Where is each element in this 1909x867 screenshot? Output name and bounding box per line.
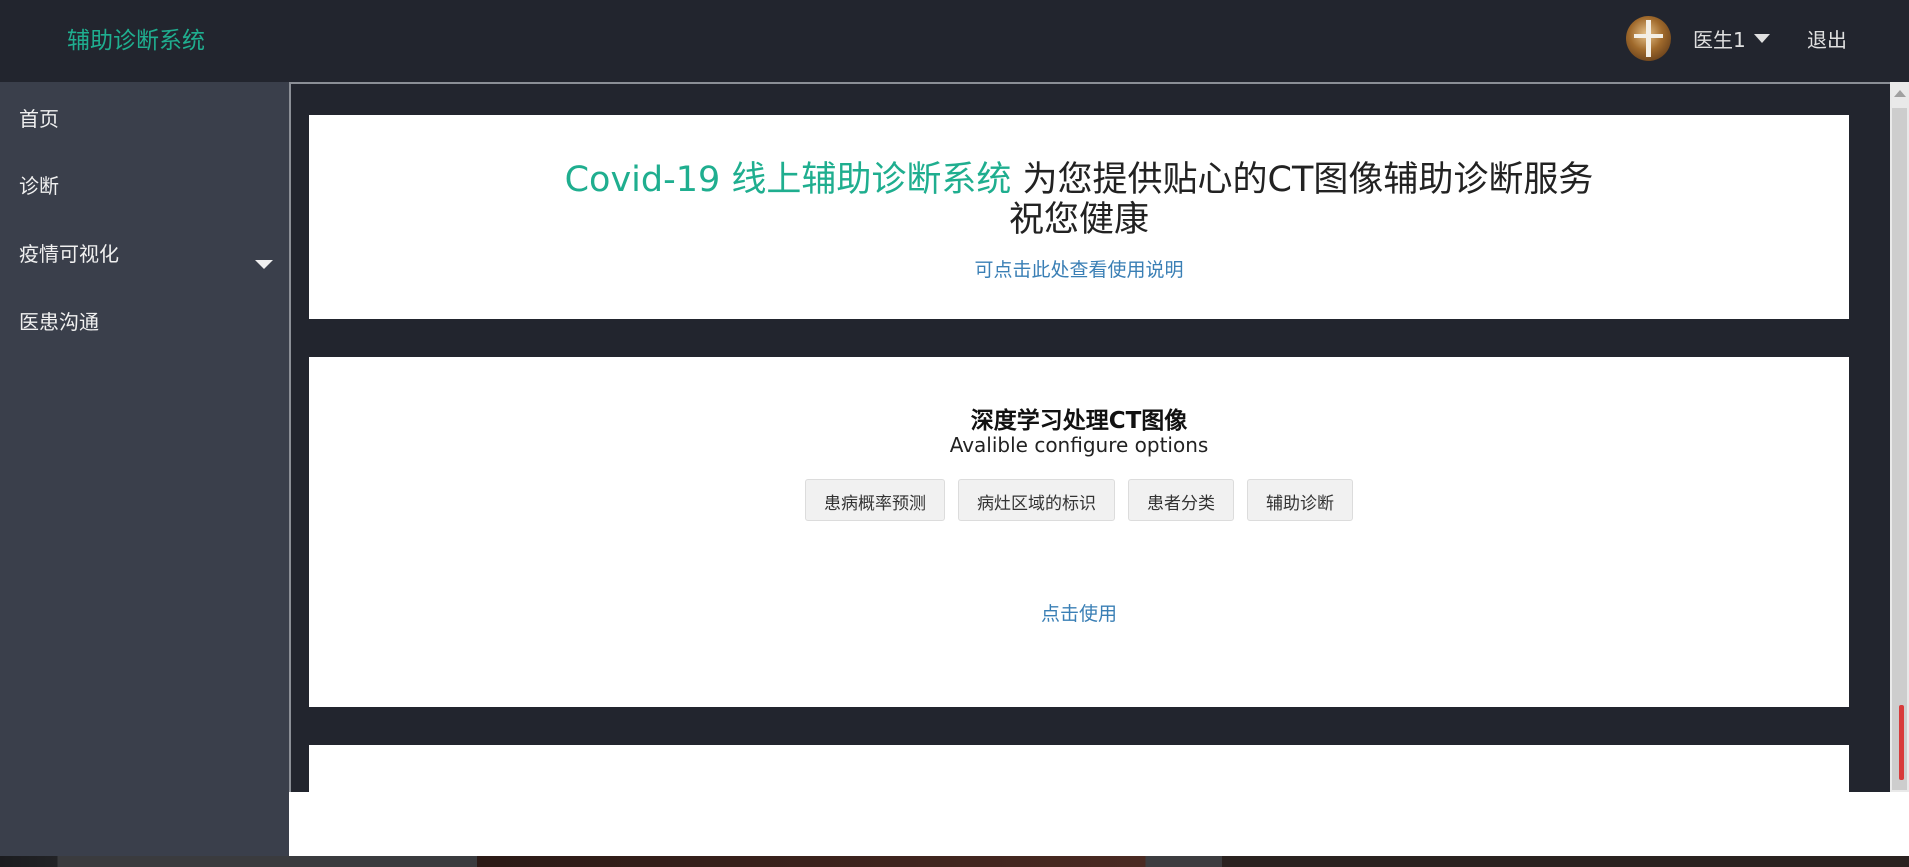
- options-group: 患病概率预测 病灶区域的标识 患者分类 辅助诊断: [309, 479, 1849, 521]
- app-brand[interactable]: 辅助诊断系统: [67, 21, 205, 55]
- page-scrollbar[interactable]: [1890, 82, 1909, 792]
- chevron-down-icon: [255, 260, 273, 269]
- sidebar-item-home[interactable]: 首页: [19, 103, 59, 132]
- option-patient-classification-button[interactable]: 患者分类: [1128, 479, 1234, 521]
- intro-headline: Covid-19 线上辅助诊断系统 为您提供贴心的CT图像辅助诊断服务: [309, 159, 1849, 201]
- section-subtitle: Avalible configure options: [949, 433, 1209, 457]
- headline-rest: 为您提供贴心的CT图像辅助诊断服务: [1011, 160, 1594, 200]
- section-title: 深度学习处理CT图像: [970, 408, 1188, 434]
- scroll-up-icon[interactable]: [1894, 90, 1906, 97]
- sidebar-item-epidemic-visualization[interactable]: 疫情可视化: [19, 238, 119, 267]
- next-card: [309, 745, 1849, 792]
- headline-highlight: Covid-19 线上辅助诊断系统: [564, 160, 1012, 200]
- user-avatar[interactable]: [1626, 16, 1671, 61]
- sidebar-item-doctor-patient-communication[interactable]: 医患沟通: [19, 306, 99, 335]
- chevron-down-icon: [1753, 34, 1770, 43]
- user-name: 医生1: [1693, 28, 1746, 52]
- option-probability-prediction-button[interactable]: 患病概率预测: [805, 479, 945, 521]
- scroll-marker: [1899, 705, 1904, 780]
- sidebar: 首页 诊断 疫情可视化 医患沟通: [0, 82, 289, 867]
- headline-line2: 祝您健康: [1008, 200, 1149, 240]
- deep-learning-card: 深度学习处理CT图像 Avalible configure options 患病…: [309, 357, 1849, 707]
- sidebar-item-diagnosis[interactable]: 诊断: [19, 170, 59, 199]
- logout-link[interactable]: 退出: [1807, 24, 1847, 53]
- intro-card: Covid-19 线上辅助诊断系统 为您提供贴心的CT图像辅助诊断服务 祝您健康…: [309, 115, 1849, 319]
- top-navbar: 辅助诊断系统 医生1 退出: [0, 0, 1909, 82]
- user-menu-dropdown[interactable]: 医生1: [1693, 24, 1770, 53]
- content-frame: Covid-19 线上辅助诊断系统 为您提供贴心的CT图像辅助诊断服务 祝您健康…: [289, 82, 1909, 792]
- taskbar-strip: [0, 856, 1909, 867]
- option-lesion-marking-button[interactable]: 病灶区域的标识: [958, 479, 1115, 521]
- click-to-use-link[interactable]: 点击使用: [1041, 603, 1117, 625]
- option-assisted-diagnosis-button[interactable]: 辅助诊断: [1247, 479, 1353, 521]
- help-instructions-link[interactable]: 可点击此处查看使用说明: [974, 259, 1183, 281]
- page-scrollbar-thumb[interactable]: [1892, 108, 1907, 790]
